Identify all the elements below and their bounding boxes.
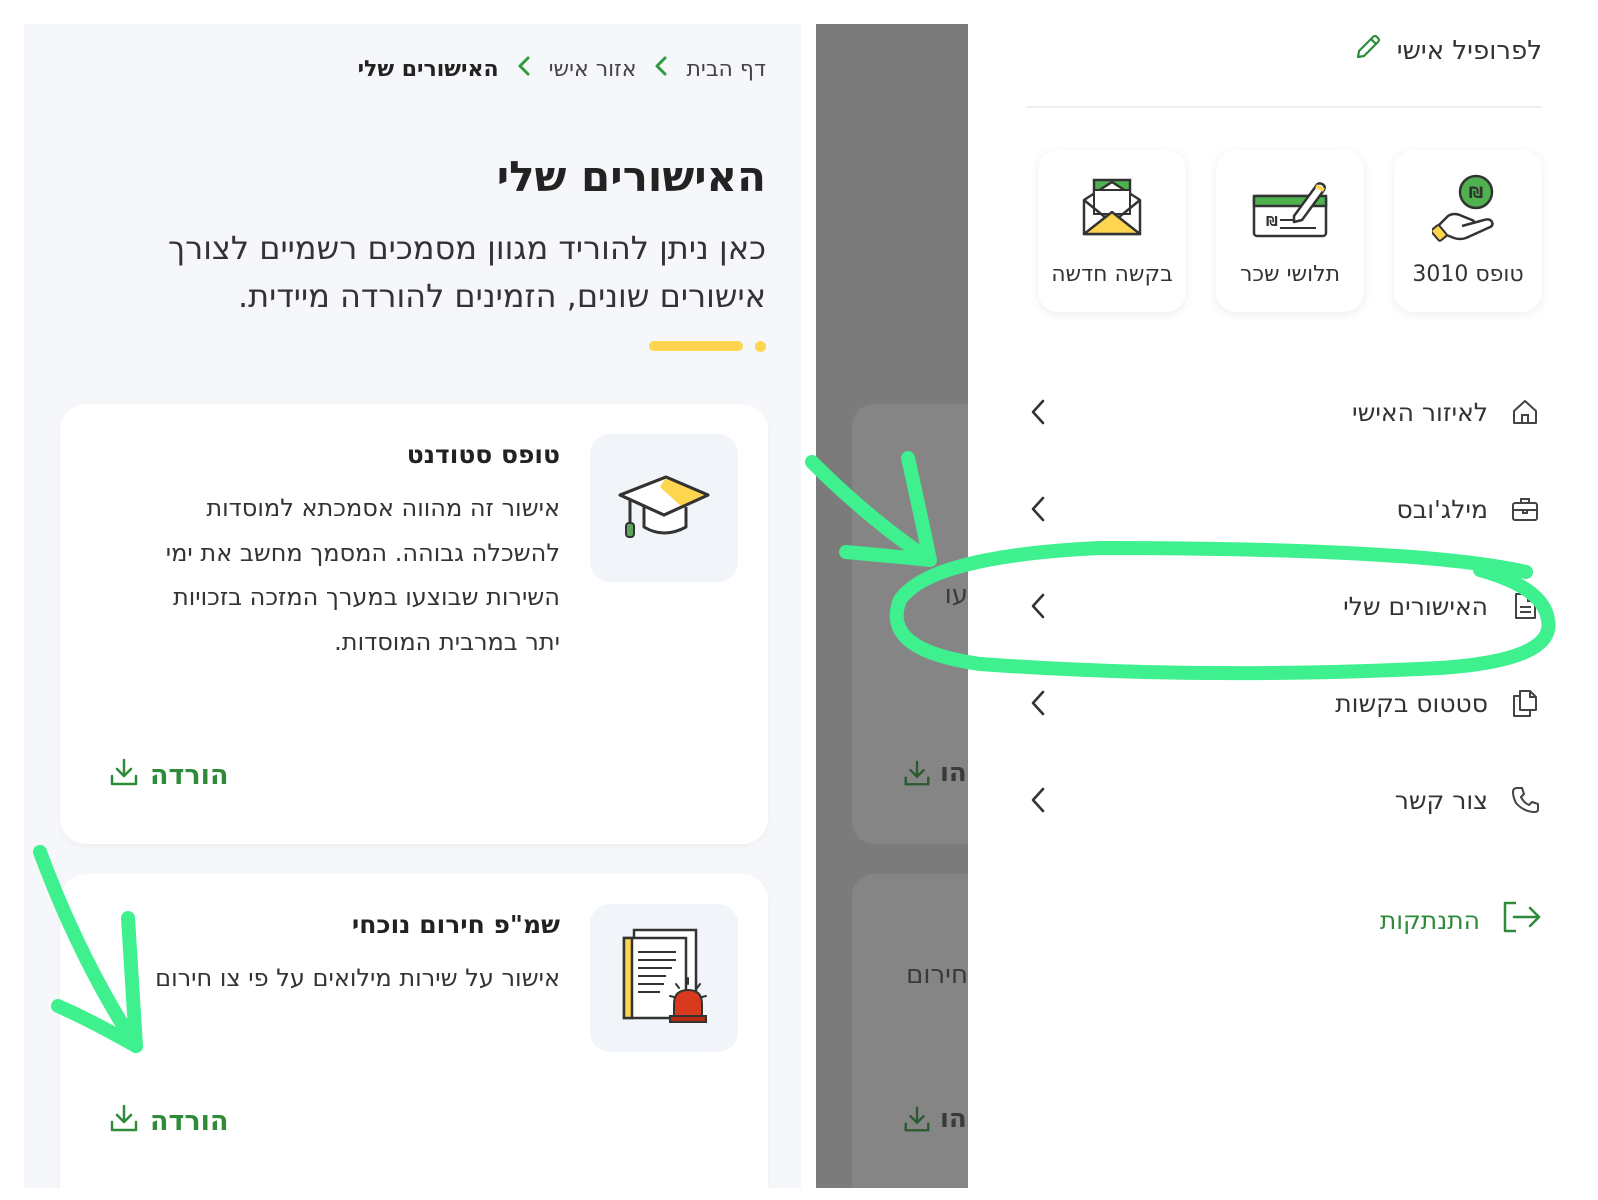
emergency-document-icon [616,926,712,1030]
svg-text:₪: ₪ [1469,183,1483,202]
background-card-text: עו [944,580,968,610]
tile-label: תלושי שכר [1239,262,1341,287]
student-form-card: טופס סטודנט אישור זה מהווה אסמכתא למוסדו… [60,404,768,844]
menu-item-label: צור קשר [1394,785,1488,815]
logout-button[interactable]: התנתקות [1380,900,1542,940]
breadcrumb-personal-area[interactable]: אזור אישי [549,57,637,82]
menu-item-request-status[interactable]: סטטוס בקשות [1026,673,1542,733]
tile-payslips[interactable]: ₪ תלושי שכר [1216,150,1364,312]
menu-item-label: לאיזור האישי [1352,397,1488,427]
card-icon-box [590,434,738,582]
download-label: הורדה [150,760,229,791]
chevron-left-icon [654,56,668,82]
menu-item-label: האישורים שלי [1343,591,1488,621]
side-drawer: לפרופיל אישי ₪ טופס 3010 ₪ תלושי שכר בקש… [968,24,1584,1188]
background-overlay[interactable]: עו חירום הו הו [816,24,1002,1188]
menu-item-label: סטטוס בקשות [1335,688,1488,718]
emergency-reserve-card: שמ"פ חירום נוכחי אישור על שירות מילואים … [60,874,768,1188]
title-underline-dot [755,341,766,352]
page-title: האישורים שלי [496,152,766,201]
document-icon [1508,589,1542,623]
payslip-icon: ₪ [1250,172,1330,244]
chevron-left-icon [1026,593,1050,619]
download-button[interactable]: הורדה [108,1102,229,1141]
page-description: כאן ניתן להוריד מגוון מסמכים רשמיים לצור… [167,229,766,315]
tile-label: טופס 3010 [1412,262,1524,287]
chevron-left-icon [1026,399,1050,425]
breadcrumb-current: האישורים שלי [357,56,499,82]
download-icon [108,1102,140,1141]
download-button[interactable]: הורדה [108,756,229,795]
card-description: אישור על שירות מילואים על פי צו חירום [155,964,560,992]
briefcase-icon [1508,492,1542,526]
copy-documents-icon [1508,686,1542,720]
card-title: שמ"פ חירום נוכחי [351,910,560,939]
background-card-text: חירום [906,960,968,990]
profile-link[interactable]: לפרופיל אישי [1353,32,1542,69]
tile-label: בקשה חדשה [1051,262,1173,287]
background-download: הו [902,1104,967,1134]
envelope-icon [1080,172,1144,244]
chevron-left-icon [1026,496,1050,522]
chevron-left-icon [1026,787,1050,813]
background-download: הו [902,758,967,788]
pencil-icon [1353,32,1383,69]
title-underline-bar [649,341,743,351]
breadcrumb: דף הבית אזור אישי האישורים שלי [358,56,766,82]
side-menu-screen: עו חירום הו הו לפרופיל אישי ₪ טופס 3010 … [816,24,1584,1188]
graduation-cap-icon [616,463,712,553]
profile-link-label: לפרופיל אישי [1396,35,1542,66]
card-title: טופס סטודנט [406,440,560,469]
home-icon [1508,395,1542,429]
card-icon-box [590,904,738,1052]
menu-item-my-certificates[interactable]: האישורים שלי [1026,576,1542,636]
menu-item-miljobs[interactable]: מילג'ובס [1026,479,1542,539]
logout-label: התנתקות [1379,905,1480,935]
menu-item-contact[interactable]: צור קשר [1026,770,1542,830]
logout-icon [1502,900,1542,940]
chevron-left-icon [1026,690,1050,716]
breadcrumb-home[interactable]: דף הבית [686,57,766,82]
download-icon [108,756,140,795]
svg-text:₪: ₪ [1266,215,1278,230]
tile-form-3010[interactable]: ₪ טופס 3010 [1394,150,1542,312]
chevron-left-icon [517,56,531,82]
menu-item-personal-area[interactable]: לאיזור האישי [1026,382,1542,442]
tile-new-request[interactable]: בקשה חדשה [1038,150,1186,312]
card-description: אישור זה מהווה אסמכתא למוסדות להשכלה גבו… [165,494,560,656]
divider [1026,106,1542,108]
certificates-page: דף הבית אזור אישי האישורים שלי האישורים … [24,24,801,1188]
download-label: הורדה [150,1106,229,1137]
phone-icon [1508,783,1542,817]
hand-coin-icon: ₪ [1432,172,1504,244]
menu-item-label: מילג'ובס [1396,494,1488,524]
